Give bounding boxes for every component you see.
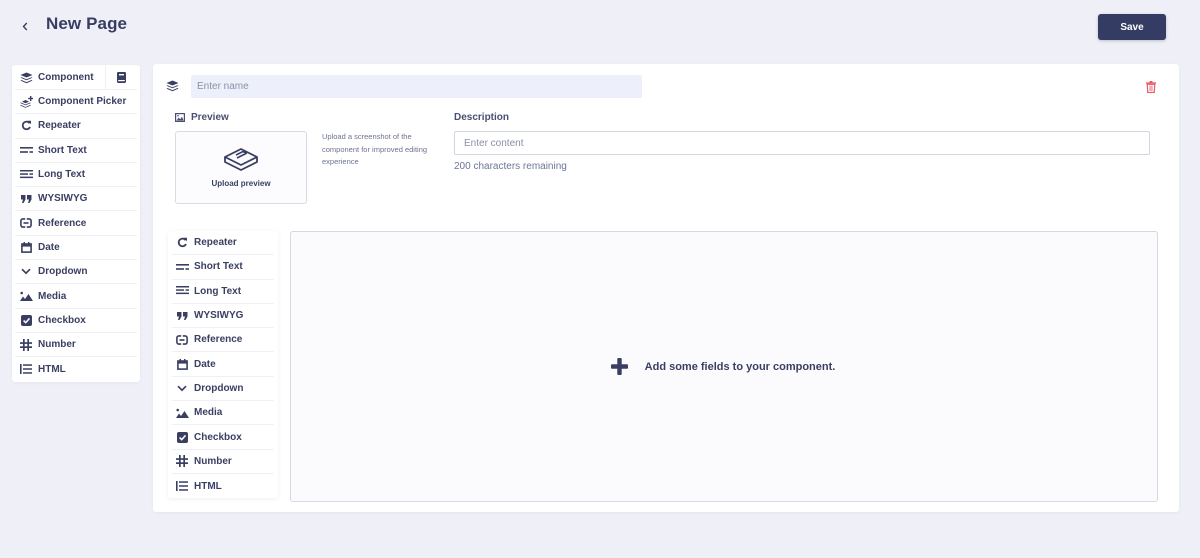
fields-drop-zone[interactable]: Add some fields to your component. xyxy=(290,231,1158,502)
library-button[interactable] xyxy=(105,65,137,89)
palette-item-label: Repeater xyxy=(38,120,81,132)
image-frame-icon xyxy=(175,113,185,122)
chevron-down-icon xyxy=(19,266,33,278)
palette-item-repeater[interactable]: Repeater xyxy=(172,231,274,256)
field-palette: Component Component Picker Repeater Short … xyxy=(12,65,140,382)
palette-item-number[interactable]: Number xyxy=(172,450,274,474)
description-input[interactable] xyxy=(454,131,1150,155)
chevron-down-icon xyxy=(175,382,189,394)
palette-item-label: Long Text xyxy=(38,169,86,181)
palette-item-label: HTML xyxy=(194,480,222,492)
upload-preview-label: Upload preview xyxy=(211,179,271,188)
palette-item-label: Dropdown xyxy=(194,382,244,394)
palette-item-label: Long Text xyxy=(194,285,242,297)
page-header: New Page Save xyxy=(0,0,1200,56)
palette-item-label: Repeater xyxy=(194,237,237,249)
hash-icon xyxy=(19,338,33,351)
long-text-icon xyxy=(19,169,33,181)
palette-item-media[interactable]: Media xyxy=(15,284,137,309)
description-label: Description xyxy=(454,112,510,123)
component-name-input[interactable] xyxy=(191,75,642,98)
palette-item-label: WYSIWYG xyxy=(194,310,244,322)
palette-item-label: WYSIWYG xyxy=(38,193,88,205)
palette-item-label: HTML xyxy=(38,363,66,375)
palette-item-html[interactable]: HTML xyxy=(15,357,137,381)
palette-item-label: Short Text xyxy=(194,261,243,273)
layers-icon xyxy=(19,72,33,84)
layers-plus-icon xyxy=(19,95,33,108)
hash-icon xyxy=(175,455,189,468)
palette-item-label: Media xyxy=(194,407,223,419)
palette-item-label: Media xyxy=(38,290,67,302)
palette-item-date[interactable]: Date xyxy=(15,236,137,261)
palette-item-wysiwyg[interactable]: WYSIWYG xyxy=(15,187,137,212)
trash-icon xyxy=(1146,81,1156,94)
palette-item-repeater[interactable]: Repeater xyxy=(15,114,137,139)
palette-item-dropdown[interactable]: Dropdown xyxy=(172,377,274,402)
palette-item-component-picker[interactable]: Component Picker xyxy=(15,90,137,115)
palette-item-short-text[interactable]: Short Text xyxy=(172,255,274,280)
palette-item-label: Component Picker xyxy=(38,96,127,108)
upload-preview-button[interactable]: Upload preview xyxy=(175,131,307,204)
calendar-icon xyxy=(19,241,33,253)
short-text-icon xyxy=(175,261,189,273)
component-editor-card: Preview Upload preview Upload a screensh… xyxy=(153,64,1179,512)
box-upload-icon xyxy=(224,148,258,171)
palette-item-label: Checkbox xyxy=(38,314,86,326)
long-text-icon xyxy=(175,285,189,297)
preview-label: Preview xyxy=(175,112,229,123)
palette-item-label: Date xyxy=(38,241,60,253)
palette-item-checkbox[interactable]: Checkbox xyxy=(15,309,137,333)
characters-remaining: 200 characters remaining xyxy=(454,161,567,172)
chevron-left-icon xyxy=(22,22,28,30)
palette-item-label: Number xyxy=(38,339,76,351)
inner-field-palette: Repeater Short Text Long Text WYSIWYG Refere… xyxy=(168,231,278,499)
palette-item-label: Dropdown xyxy=(38,266,88,278)
palette-item-label: Date xyxy=(194,358,216,370)
delete-component-button[interactable] xyxy=(1146,80,1156,98)
palette-item-media[interactable]: Media xyxy=(172,401,274,426)
image-icon xyxy=(19,290,33,302)
upload-hint: Upload a screenshot of the component for… xyxy=(322,132,428,166)
repeat-icon xyxy=(19,120,33,132)
palette-item-short-text[interactable]: Short Text xyxy=(15,139,137,163)
palette-item-number[interactable]: Number xyxy=(15,333,137,358)
page-title: New Page xyxy=(46,14,128,33)
palette-item-long-text[interactable]: Long Text xyxy=(172,280,274,304)
palette-item-label: Component xyxy=(38,72,94,83)
book-icon xyxy=(117,71,126,83)
link-icon xyxy=(19,217,33,229)
palette-item-component[interactable]: Component xyxy=(15,65,105,90)
palette-item-wysiwyg[interactable]: WYSIWYG xyxy=(172,304,274,329)
calendar-icon xyxy=(175,358,189,370)
palette-item-reference[interactable]: Reference xyxy=(172,328,274,353)
palette-item-html[interactable]: HTML xyxy=(172,474,274,498)
checkbox-icon xyxy=(175,431,189,443)
palette-item-long-text[interactable]: Long Text xyxy=(15,163,137,188)
palette-item-label: Reference xyxy=(38,217,87,229)
palette-item-label: Short Text xyxy=(38,144,87,156)
repeat-icon xyxy=(175,237,189,249)
checkbox-icon xyxy=(19,314,33,326)
palette-item-label: Checkbox xyxy=(194,431,242,443)
quote-icon xyxy=(175,310,189,322)
list-icon xyxy=(175,480,189,492)
palette-item-checkbox[interactable]: Checkbox xyxy=(172,425,274,450)
palette-item-label: Number xyxy=(194,455,232,467)
short-text-icon xyxy=(19,144,33,156)
palette-item-date[interactable]: Date xyxy=(172,352,274,377)
save-button[interactable]: Save xyxy=(1098,14,1166,40)
palette-item-label: Reference xyxy=(194,334,243,346)
layers-icon xyxy=(166,79,179,97)
drop-zone-message: Add some fields to your component. xyxy=(644,360,836,373)
preview-label-text: Preview xyxy=(191,112,229,123)
palette-item-reference[interactable]: Reference xyxy=(15,211,137,236)
palette-item-dropdown[interactable]: Dropdown xyxy=(15,260,137,285)
image-icon xyxy=(175,407,189,419)
plus-icon xyxy=(610,358,628,375)
list-icon xyxy=(19,363,33,375)
quote-icon xyxy=(19,193,33,205)
back-button[interactable] xyxy=(16,17,34,35)
link-icon xyxy=(175,334,189,346)
